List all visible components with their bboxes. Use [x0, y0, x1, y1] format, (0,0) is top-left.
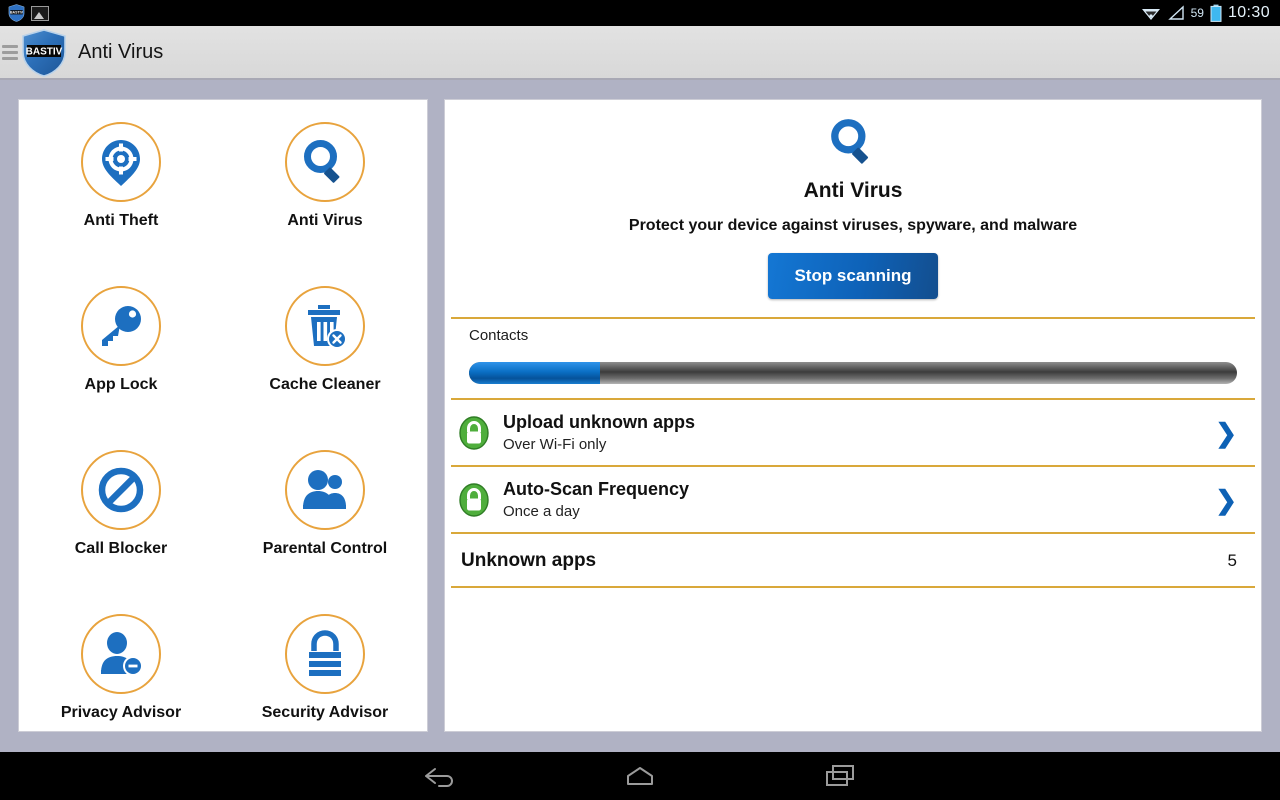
bastiv-shield-icon: BASTIV: [8, 4, 25, 22]
recents-icon: [826, 765, 854, 786]
magnifier-icon: [304, 140, 340, 183]
status-notification-icons: BASTIV: [0, 4, 49, 22]
anti-virus-icon-ring: [285, 122, 365, 202]
back-icon: [425, 768, 453, 787]
detail-title: Anti Virus: [803, 179, 903, 202]
signal-icon: [1167, 5, 1184, 20]
scan-stage-label: Contacts: [469, 327, 529, 344]
home-icon: [627, 767, 653, 785]
feature-label: Security Advisor: [261, 704, 389, 721]
person-minus-icon: [101, 632, 143, 676]
scan-progress-block: Contacts: [445, 319, 1261, 398]
trash-can-delete-icon: [308, 305, 347, 349]
status-system-icons: 59 10:30: [1141, 4, 1280, 22]
feature-label: Privacy Advisor: [60, 704, 182, 721]
privacy-advisor-icon-ring: [81, 614, 161, 694]
app-action-bar: BASTIV Anti Virus: [0, 26, 1280, 80]
feature-tile-app-lock[interactable]: App Lock: [19, 286, 223, 450]
unknown-apps-row[interactable]: Unknown apps 5: [445, 534, 1261, 586]
magnifier-icon: [831, 119, 869, 164]
stop-scanning-button[interactable]: Stop scanning: [768, 253, 938, 299]
status-clock: 10:30: [1227, 4, 1270, 21]
bastiv-logo-icon: BASTIV: [22, 29, 66, 77]
feature-label: Anti Theft: [83, 212, 159, 229]
setting-text: Auto-Scan Frequency Once a day: [503, 479, 1201, 520]
parental-control-icon-ring: [285, 450, 365, 530]
feature-tile-anti-theft[interactable]: Anti Theft: [19, 122, 223, 286]
security-advisor-icon-ring: [285, 614, 365, 694]
feature-tile-parental-control[interactable]: Parental Control: [223, 450, 427, 614]
feature-tile-cache-cleaner[interactable]: Cache Cleaner: [223, 286, 427, 450]
two-people-icon: [303, 470, 346, 509]
image-icon: [31, 5, 49, 21]
app-lock-icon-ring: [81, 286, 161, 366]
divider: [451, 586, 1255, 588]
setting-text: Upload unknown apps Over Wi-Fi only: [503, 412, 1201, 453]
setting-title: Upload unknown apps: [503, 412, 695, 432]
green-lock-icon: [459, 415, 489, 450]
svg-text:BASTIV: BASTIV: [10, 11, 24, 15]
padlock-icon: [309, 630, 341, 676]
features-panel: Anti Theft Anti Virus App Lock Cache Cle…: [18, 99, 428, 732]
detail-header: Anti Virus Protect your device against v…: [445, 100, 1261, 299]
feature-tile-call-blocker[interactable]: Call Blocker: [19, 450, 223, 614]
feature-label: Cache Cleaner: [269, 376, 381, 393]
location-pin-target-icon: [102, 140, 140, 186]
feature-label: Call Blocker: [74, 540, 168, 557]
setting-row-auto-scan-frequency[interactable]: Auto-Scan Frequency Once a day ❯: [445, 467, 1261, 532]
chevron-right-icon[interactable]: ❯: [1215, 420, 1237, 446]
unknown-apps-count: 5: [1227, 551, 1237, 570]
key-icon: [102, 306, 141, 346]
feature-tile-anti-virus[interactable]: Anti Virus: [223, 122, 427, 286]
anti-theft-icon-ring: [81, 122, 161, 202]
battery-percent-label: 59: [1190, 6, 1204, 20]
anti-virus-detail-panel: Anti Virus Protect your device against v…: [444, 99, 1262, 732]
recents-button[interactable]: [810, 758, 870, 794]
setting-row-upload-unknown-apps[interactable]: Upload unknown apps Over Wi-Fi only ❯: [445, 400, 1261, 465]
android-nav-bar: [0, 752, 1280, 800]
feature-label: App Lock: [84, 376, 158, 393]
svg-text:BASTIV: BASTIV: [26, 47, 63, 58]
back-button[interactable]: [410, 758, 470, 794]
setting-title: Auto-Scan Frequency: [503, 479, 690, 499]
scan-progress-bar: [469, 362, 1237, 384]
detail-subtitle: Protect your device against viruses, spy…: [628, 217, 1078, 234]
setting-value: Once a day: [503, 503, 580, 520]
call-blocker-icon-ring: [81, 450, 161, 530]
chevron-right-icon[interactable]: ❯: [1215, 487, 1237, 513]
green-lock-icon: [459, 482, 489, 517]
feature-label: Parental Control: [262, 540, 388, 557]
app-title: Anti Virus: [78, 40, 164, 63]
scan-progress-fill: [469, 362, 600, 384]
setting-value: Over Wi-Fi only: [503, 436, 607, 453]
feature-tile-privacy-advisor[interactable]: Privacy Advisor: [19, 614, 223, 731]
feature-label: Anti Virus: [287, 212, 363, 229]
feature-grid: Anti Theft Anti Virus App Lock Cache Cle…: [19, 100, 427, 731]
home-button[interactable]: [610, 758, 670, 794]
feature-tile-security-advisor[interactable]: Security Advisor: [223, 614, 427, 731]
unknown-apps-title: Unknown apps: [461, 550, 597, 571]
hamburger-menu-icon[interactable]: [2, 44, 18, 60]
screen-root: BASTIV 59 10:30 BASTIV Anti Virus Anti T…: [0, 0, 1280, 800]
cache-cleaner-icon-ring: [285, 286, 365, 366]
battery-icon: [1210, 4, 1222, 22]
no-entry-icon: [98, 467, 144, 513]
wifi-icon: [1141, 9, 1160, 20]
android-status-bar: BASTIV 59 10:30: [0, 0, 1280, 26]
